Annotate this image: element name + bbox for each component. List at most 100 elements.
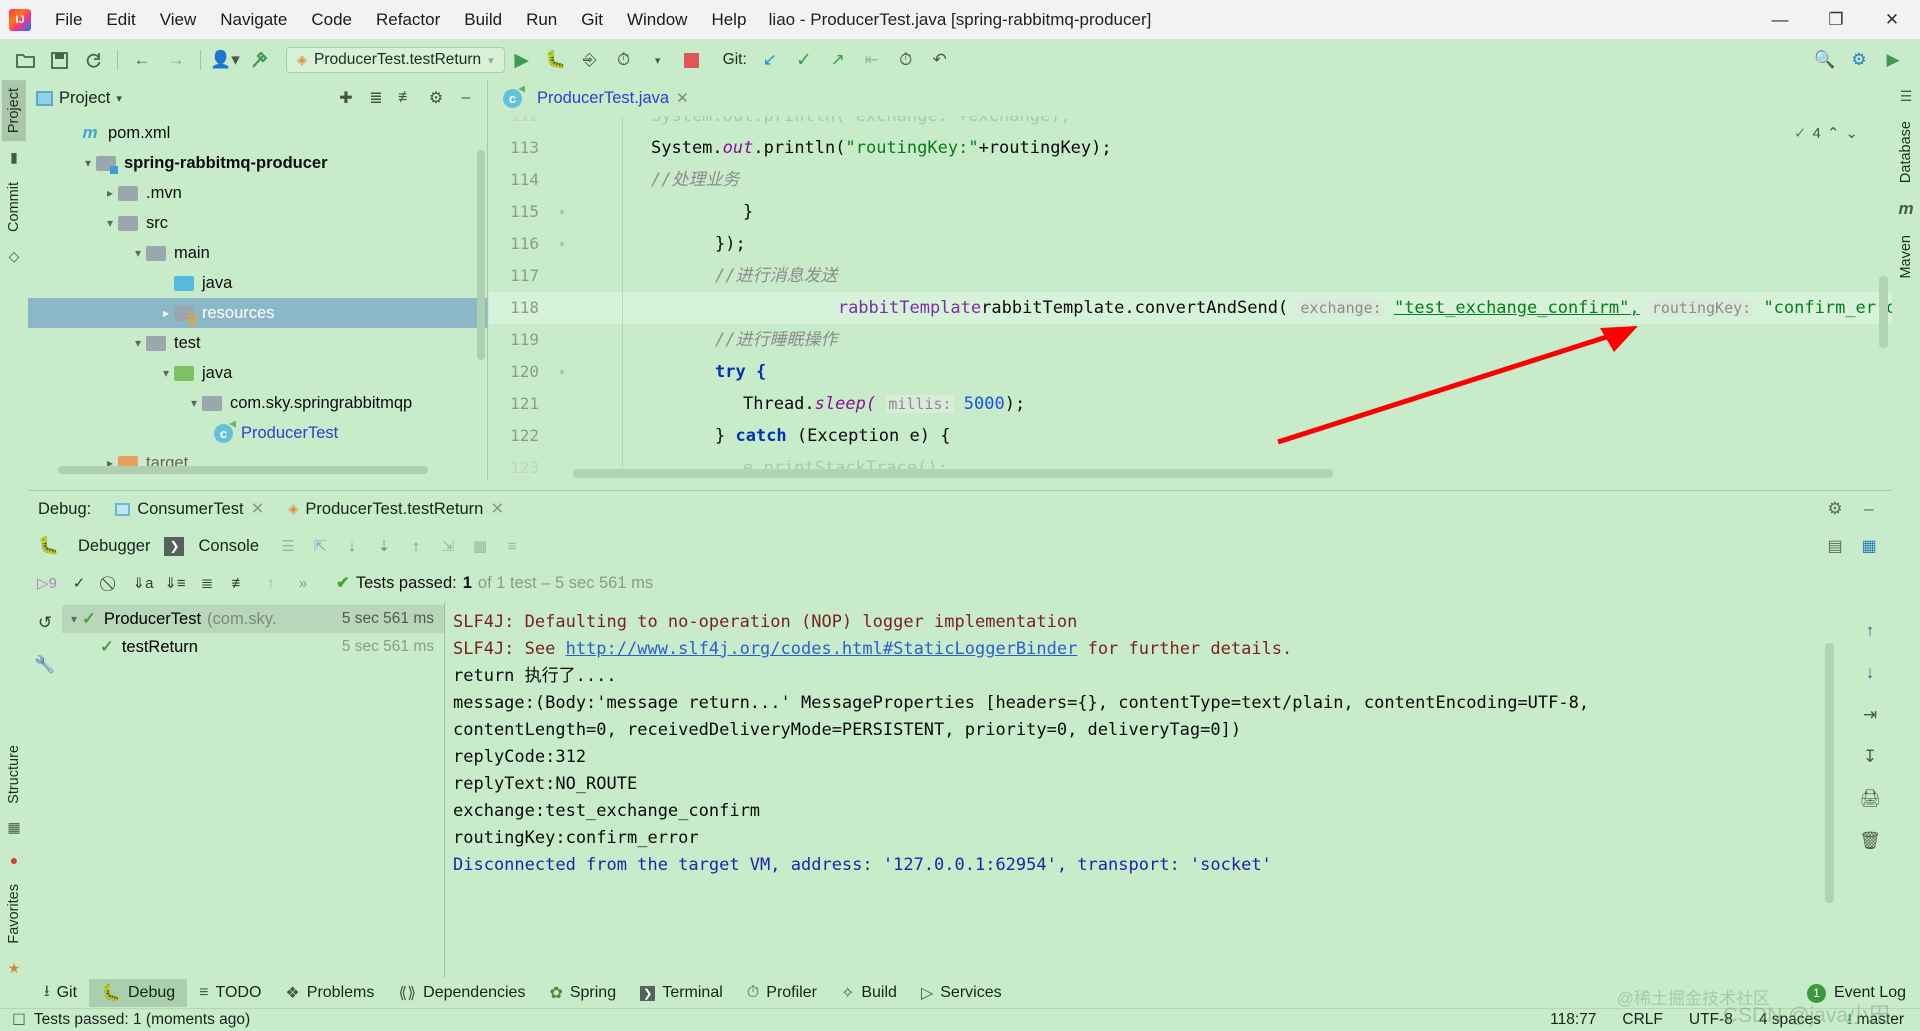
fold-marker[interactable]: ▾ xyxy=(551,196,573,228)
vcs-user-icon[interactable]: 👤▾ xyxy=(208,45,242,75)
sidebar-item-database[interactable]: Database xyxy=(1894,113,1918,191)
close-button[interactable]: ✕ xyxy=(1864,0,1920,40)
tool-window-debug[interactable]: 🐛 Debug xyxy=(89,979,188,1007)
menu-view[interactable]: View xyxy=(148,7,209,33)
sync-icon[interactable] xyxy=(76,45,110,75)
soft-wrap-icon[interactable]: ⇥ xyxy=(1863,705,1877,725)
search-everywhere-icon[interactable]: 🔍 xyxy=(1808,45,1842,75)
editor-horizontal-scrollbar[interactable] xyxy=(573,469,1333,478)
chevron-down-icon[interactable]: ▾ xyxy=(130,246,146,260)
code-viewport[interactable]: 112 System.out.println( exchange: +excha… xyxy=(489,116,1892,480)
show-passed-icon[interactable]: ✓ xyxy=(64,569,94,597)
evaluate-expression-icon[interactable]: ▦ xyxy=(465,532,495,560)
scroll-down-icon[interactable]: ↓ xyxy=(1866,663,1875,683)
fold-marker[interactable]: ▾ xyxy=(551,228,573,260)
menu-file[interactable]: File xyxy=(43,7,94,33)
tree-item-main-java[interactable]: java xyxy=(28,268,487,298)
rerun-tests-icon[interactable]: ↺ xyxy=(30,609,60,637)
tool-window-services[interactable]: ▷ Services xyxy=(909,979,1014,1007)
tree-item-package[interactable]: ▾ com.sky.springrabbitmqp xyxy=(28,388,487,418)
maximize-button[interactable]: ❐ xyxy=(1808,0,1864,40)
tool-window-problems[interactable]: ❖ Problems xyxy=(273,979,386,1007)
open-folder-icon[interactable] xyxy=(8,45,42,75)
chevron-down-icon[interactable]: ▾ xyxy=(116,92,122,105)
test-tree-row-producer-test[interactable]: ▾ ✓ ProducerTest (com.sky. 5 sec 561 ms xyxy=(62,605,444,633)
line-separator[interactable]: CRLF xyxy=(1622,1011,1662,1029)
settings-gear-icon[interactable]: ⚙ xyxy=(1842,45,1876,75)
back-arrow-icon[interactable]: ← xyxy=(125,45,159,75)
tool-window-build[interactable]: ✧ Build xyxy=(829,979,909,1007)
run-icon[interactable]: ▶ xyxy=(505,45,539,75)
minimize-button[interactable]: — xyxy=(1752,0,1808,40)
tree-item-test[interactable]: ▾ test xyxy=(28,328,487,358)
close-icon[interactable]: ✕ xyxy=(676,89,689,107)
menu-window[interactable]: Window xyxy=(615,7,699,33)
scroll-up-icon[interactable]: ↑ xyxy=(1866,621,1875,641)
push-icon[interactable]: ↗ xyxy=(821,45,855,75)
menu-run[interactable]: Run xyxy=(514,7,569,33)
chevron-down-icon[interactable]: ▾ xyxy=(158,366,174,380)
step-out-icon[interactable]: ↑ xyxy=(401,532,431,560)
tree-item-pom-xml[interactable]: m pom.xml xyxy=(28,118,487,148)
sidebar-item-structure[interactable]: Structure xyxy=(2,737,26,812)
tool-window-terminal[interactable]: ❯ Terminal xyxy=(628,979,735,1007)
debug-tab-consumer-test[interactable]: ConsumerTest ✕ xyxy=(105,499,274,519)
tree-item-mvn[interactable]: ▸ .mvn xyxy=(28,178,487,208)
expand-all-icon[interactable]: ≣ xyxy=(363,86,389,110)
console-vertical-scrollbar[interactable] xyxy=(1825,643,1834,903)
chevron-down-icon[interactable]: ▾ xyxy=(102,216,118,230)
debug-tab-producer-test[interactable]: ◈ ProducerTest.testReturn ✕ xyxy=(278,499,514,519)
menu-navigate[interactable]: Navigate xyxy=(208,7,299,33)
rollback-arrow-icon[interactable]: ⇤ xyxy=(855,45,889,75)
hide-minus-icon[interactable]: – xyxy=(453,86,479,110)
profiler-icon[interactable]: ⏱ xyxy=(607,45,641,75)
undo-icon[interactable]: ↶ xyxy=(923,45,957,75)
tool-window-dependencies[interactable]: ⟪⟫ Dependencies xyxy=(386,979,537,1007)
fold-marker[interactable]: ▾ xyxy=(551,356,573,388)
forward-arrow-icon[interactable]: → xyxy=(159,45,193,75)
file-encoding[interactable]: UTF-8 xyxy=(1689,1011,1733,1029)
prev-failed-icon[interactable]: ↑ xyxy=(256,569,286,597)
indent-setting[interactable]: 4 spaces xyxy=(1759,1011,1821,1029)
settings-gear-icon[interactable]: ⚙ xyxy=(1820,495,1850,523)
collapse-all-icon[interactable]: ≢ xyxy=(393,86,419,110)
tree-item-main[interactable]: ▾ main xyxy=(28,238,487,268)
save-icon[interactable] xyxy=(42,45,76,75)
tab-console[interactable]: Console xyxy=(186,537,271,556)
sort-alphabetically-icon[interactable]: ⇓a xyxy=(128,569,158,597)
event-log-label[interactable]: Event Log xyxy=(1834,984,1906,1002)
sidebar-item-commit[interactable]: Commit xyxy=(2,174,26,240)
chevron-right-icon[interactable]: ▸ xyxy=(158,306,174,320)
debug-icon[interactable]: 🐛 xyxy=(539,45,573,75)
caret-position[interactable]: 118:77 xyxy=(1550,1011,1596,1029)
menu-refactor[interactable]: Refactor xyxy=(364,7,452,33)
clear-all-icon[interactable]: 🗑 xyxy=(1859,831,1881,851)
tree-item-test-java[interactable]: ▾ java xyxy=(28,358,487,388)
more-icon[interactable]: » xyxy=(288,569,318,597)
test-tree-row-test-return[interactable]: ✓ testReturn 5 sec 561 ms xyxy=(62,633,444,661)
rerun-icon[interactable]: ▷9 xyxy=(32,569,62,597)
chevron-right-icon[interactable]: ▸ xyxy=(102,186,118,200)
tool-window-profiler[interactable]: ⏱ Profiler xyxy=(735,979,829,1007)
run-to-cursor-icon[interactable]: ⇲ xyxy=(433,532,463,560)
commit-icon[interactable]: ✓ xyxy=(787,45,821,75)
console-output[interactable]: SLF4J: Defaulting to no-operation (NOP) … xyxy=(444,603,1848,985)
print-icon[interactable]: 🖨 xyxy=(1859,789,1881,809)
chevron-down-icon[interactable]: ▾ xyxy=(130,336,146,350)
menu-git[interactable]: Git xyxy=(569,7,615,33)
editor-vertical-scrollbar[interactable] xyxy=(1879,276,1888,348)
sort-by-duration-icon[interactable]: ⇓≡ xyxy=(160,569,190,597)
tree-item-producer-test[interactable]: c ProducerTest xyxy=(28,418,487,448)
hide-minus-icon[interactable]: – xyxy=(1854,495,1884,523)
chevron-down-icon[interactable]: ▾ xyxy=(66,612,82,626)
tool-window-spring[interactable]: ✿ Spring xyxy=(537,979,628,1007)
project-vertical-scrollbar[interactable] xyxy=(477,150,485,360)
tree-item-spring-rabbitmq-producer[interactable]: ▾ spring-rabbitmq-producer xyxy=(28,148,487,178)
chevron-down-icon[interactable]: ▾ xyxy=(186,396,202,410)
step-into-icon[interactable]: ↓ xyxy=(337,532,367,560)
layout-settings-icon[interactable]: ▤ xyxy=(1820,532,1850,560)
close-icon[interactable]: ✕ xyxy=(490,499,504,519)
tool-window-git[interactable]: ⭳ Git xyxy=(32,979,89,1007)
tree-item-resources[interactable]: ▸ resources xyxy=(28,298,487,328)
history-clock-icon[interactable]: ⏱ xyxy=(889,45,923,75)
